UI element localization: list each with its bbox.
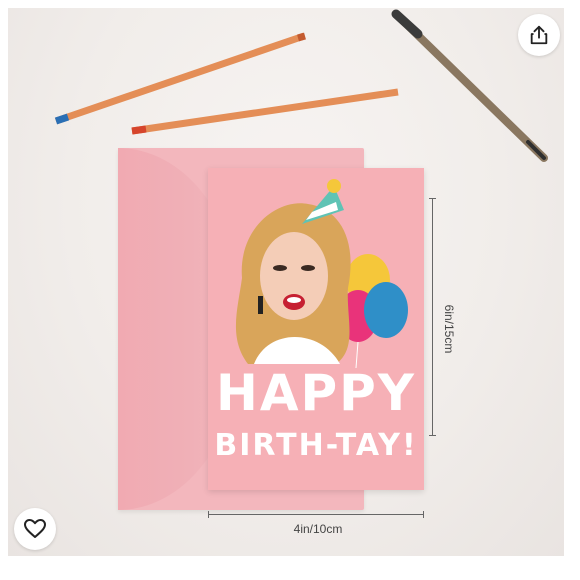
birthday-card: HAPPY BIRTH-TAY! [208,168,424,490]
width-dimension-line [208,511,424,518]
favorite-button[interactable] [14,508,56,550]
product-photo: HAPPY BIRTH-TAY! 6in/15cm 4in/10cm [8,8,564,556]
product-image-viewer: HAPPY BIRTH-TAY! 6in/15cm 4in/10cm [0,0,580,580]
pencil-red-tip [131,88,399,135]
height-dimension-label: 6in/15cm [442,304,456,354]
height-dimension-line [429,198,436,436]
share-icon [530,25,548,45]
card-text-birth-tay: BIRTH-TAY! [214,428,418,463]
heart-icon [24,519,46,538]
card-text-happy: HAPPY [215,364,417,422]
width-dimension-label: 4in/10cm [293,522,343,536]
share-button[interactable] [518,14,560,56]
